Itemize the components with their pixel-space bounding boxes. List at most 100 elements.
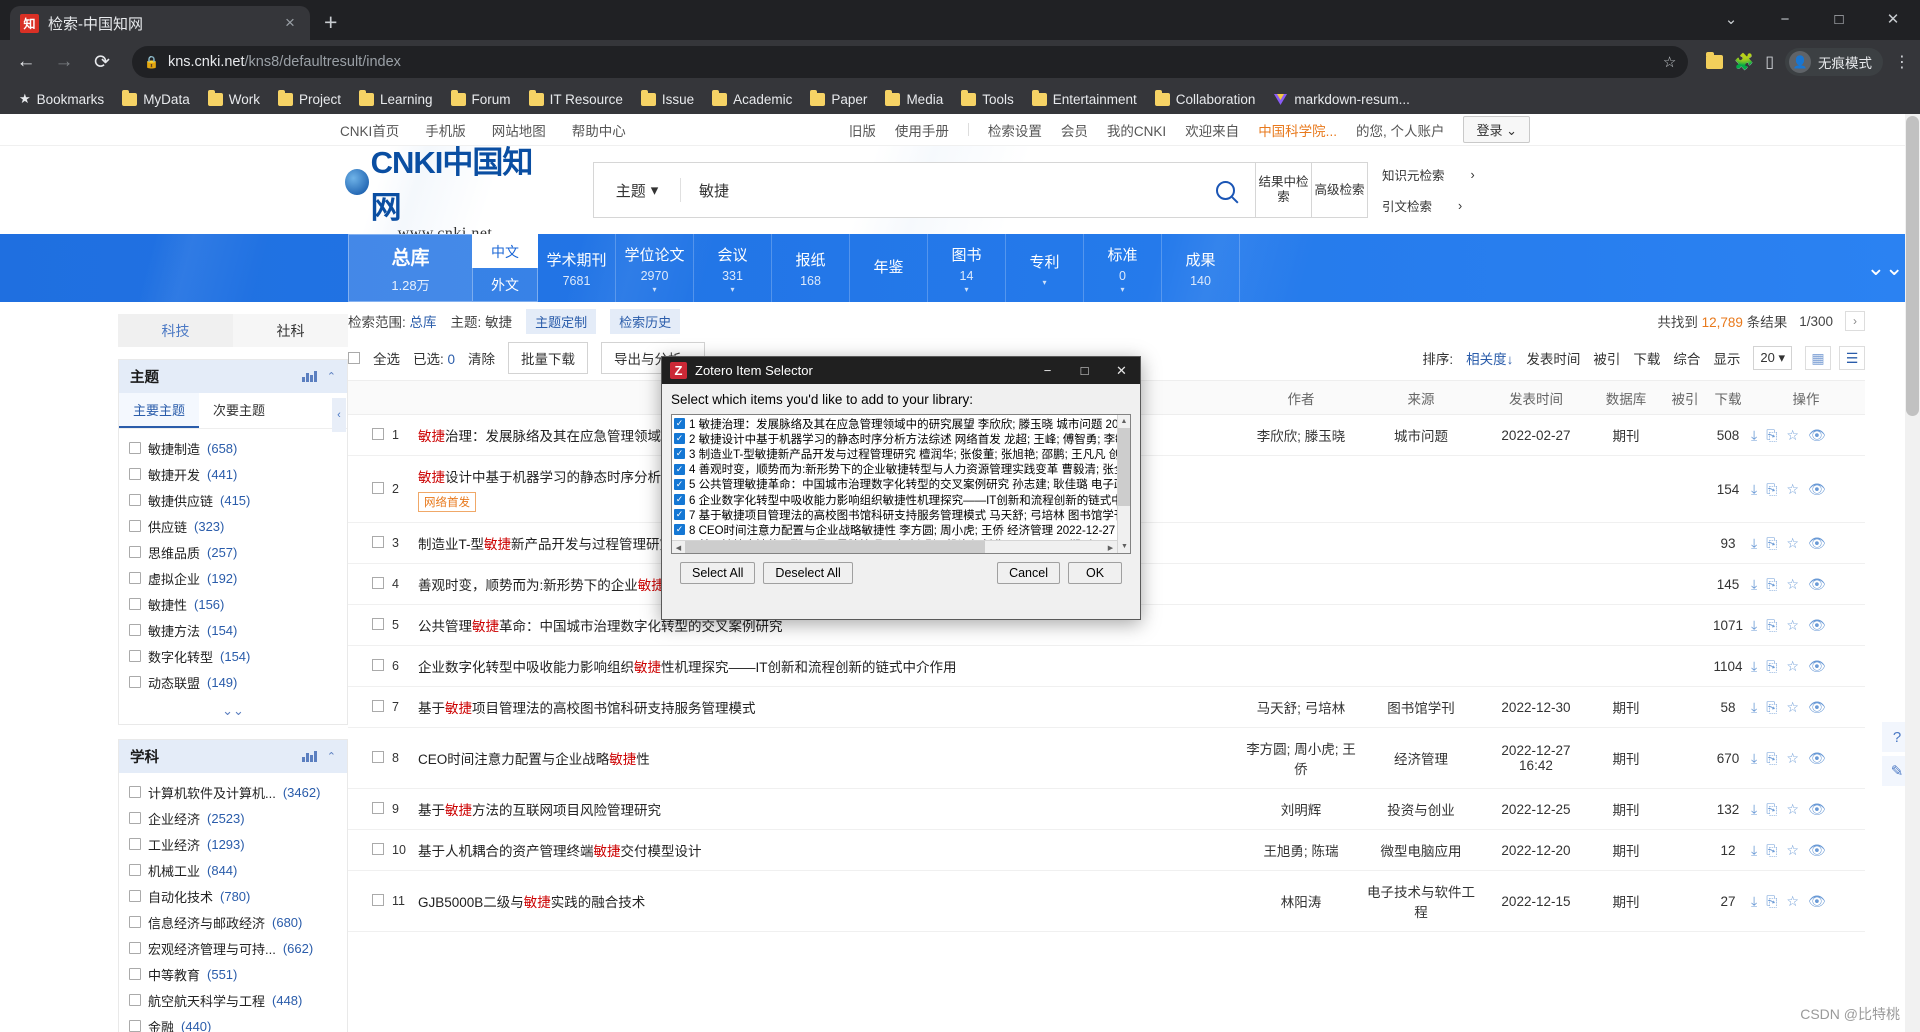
row-source[interactable] <box>1361 646 1481 687</box>
export-quote-icon[interactable]: ⎘ <box>1766 576 1777 593</box>
bookmark-it-resource[interactable]: IT Resource <box>520 87 632 111</box>
row-title-cell[interactable]: GJB5000B二级与敏捷实践的融合技术 <box>414 871 1241 932</box>
row-title-cell[interactable]: CEO时间注意力配置与企业战略敏捷性 <box>414 728 1241 789</box>
db-tab-8[interactable]: 成果140 <box>1162 234 1240 302</box>
row-source[interactable]: 电子技术与软件工程 <box>1361 871 1481 932</box>
facet-item[interactable]: 企业经济(2523) <box>129 805 347 831</box>
window-close-icon[interactable]: ✕ <box>1866 0 1920 40</box>
scrollbar-thumb[interactable] <box>1118 428 1131 506</box>
preview-icon[interactable]: 👁 <box>1808 893 1826 910</box>
bookmark-mydata[interactable]: MyData <box>113 87 199 111</box>
address-bar[interactable]: 🔒 kns.cnki.net/kns8/defaultresult/index … <box>132 46 1688 78</box>
bookmark-forum[interactable]: Forum <box>442 87 520 111</box>
new-tab-button[interactable]: + <box>324 9 337 36</box>
preview-icon[interactable]: 👁 <box>1808 427 1826 444</box>
sort-relevance[interactable]: 相关度↓ <box>1466 348 1513 368</box>
checkbox[interactable] <box>129 442 141 454</box>
db-tab-0[interactable]: 学术期刊7681 <box>538 234 616 302</box>
download-icon[interactable]: ⤓ <box>1751 699 1757 716</box>
bookmark-work[interactable]: Work <box>199 87 269 111</box>
bookmark-collaboration[interactable]: Collaboration <box>1146 87 1265 111</box>
db-tab-3[interactable]: 报纸168 <box>772 234 850 302</box>
forward-icon[interactable]: → <box>48 46 80 78</box>
row-title-link[interactable]: GJB5000B二级与敏捷实践的融合技术 <box>418 895 645 910</box>
login-button[interactable]: 登录 ⌄ <box>1463 116 1530 143</box>
row-source[interactable]: 城市问题 <box>1361 415 1481 456</box>
row-title-link[interactable]: 基于敏捷方法的互联网项目风险管理研究 <box>418 803 661 818</box>
facet-item[interactable]: 供应链(323) <box>129 513 347 539</box>
facet-item[interactable]: 计算机软件及计算机...(3462) <box>129 779 347 805</box>
facet-item[interactable]: 敏捷制造(658) <box>129 435 347 461</box>
checkbox[interactable] <box>129 650 141 662</box>
checkbox[interactable] <box>674 433 685 444</box>
preview-icon[interactable]: 👁 <box>1808 658 1826 675</box>
list-view-icon[interactable]: ☰ <box>1839 346 1865 370</box>
bookmarks-manager-icon[interactable] <box>1706 55 1723 69</box>
row-authors[interactable]: 刘明辉 <box>1241 789 1361 830</box>
facet-item[interactable]: 信息经济与邮政经济(680) <box>129 909 347 935</box>
scrollbar-thumb[interactable] <box>685 541 985 554</box>
row-checkbox-cell[interactable] <box>348 456 388 523</box>
bookmark-star-icon[interactable]: ☆ <box>1663 53 1676 71</box>
table-row[interactable]: 7基于敏捷项目管理法的高校图书馆科研支持服务管理模式马天舒; 弓培林图书馆学刊2… <box>348 687 1865 728</box>
checkbox[interactable] <box>129 916 141 928</box>
facet-item[interactable]: 中等教育(551) <box>129 961 347 987</box>
preview-icon[interactable]: 👁 <box>1808 617 1826 634</box>
deselect-all-button[interactable]: Deselect All <box>763 562 852 584</box>
favorite-star-icon[interactable]: ☆ <box>1786 842 1799 859</box>
row-authors[interactable] <box>1241 605 1361 646</box>
download-icon[interactable]: ⤓ <box>1751 617 1757 634</box>
sort-downloads[interactable]: 下载 <box>1633 348 1660 368</box>
favorite-star-icon[interactable]: ☆ <box>1786 801 1799 818</box>
bookmark-markdown-resum-[interactable]: markdown-resum... <box>1264 87 1419 111</box>
window-restore-icon[interactable]: − <box>1758 0 1812 40</box>
next-page-button[interactable]: › <box>1845 311 1865 331</box>
checkbox[interactable] <box>674 509 685 520</box>
display-count-select[interactable]: 20 ▾ <box>1753 346 1792 370</box>
favorite-star-icon[interactable]: ☆ <box>1786 427 1799 444</box>
checkbox[interactable] <box>372 894 384 906</box>
facet-item[interactable]: 虚拟企业(192) <box>129 565 347 591</box>
download-icon[interactable]: ⤓ <box>1751 427 1757 444</box>
row-authors[interactable] <box>1241 456 1361 523</box>
batch-download-button[interactable]: 批量下载 <box>508 342 588 374</box>
row-checkbox-cell[interactable] <box>348 789 388 830</box>
search-in-results-button[interactable]: 结果中检索 <box>1256 162 1312 218</box>
row-source[interactable] <box>1361 564 1481 605</box>
bookmark-tools[interactable]: Tools <box>952 87 1023 111</box>
chevron-up-icon[interactable]: ⌃ <box>327 750 336 763</box>
organization-name[interactable]: 中国科学院... <box>1258 120 1337 140</box>
db-tab-5[interactable]: 图书14▾ <box>928 234 1006 302</box>
row-checkbox-cell[interactable] <box>348 871 388 932</box>
row-source[interactable] <box>1361 605 1481 646</box>
facet-item[interactable]: 工业经济(1293) <box>129 831 347 857</box>
window-maximize-icon[interactable]: □ <box>1812 0 1866 40</box>
bookmark-bookmarks[interactable]: ★Bookmarks <box>10 87 113 111</box>
download-icon[interactable]: ⤓ <box>1751 801 1757 818</box>
preview-icon[interactable]: 👁 <box>1808 750 1826 767</box>
checkbox[interactable] <box>674 464 685 475</box>
favorite-star-icon[interactable]: ☆ <box>1786 576 1799 593</box>
sort-comprehensive[interactable]: 综合 <box>1673 348 1700 368</box>
scroll-right-icon[interactable]: ▶ <box>1104 541 1117 554</box>
chevron-double-down-icon[interactable]: ⌄⌄ <box>1850 234 1920 302</box>
row-source[interactable] <box>1361 456 1481 523</box>
search-input[interactable]: 敏捷 <box>681 180 1195 201</box>
site-nav-link-1[interactable]: 手机版 <box>425 120 466 140</box>
download-icon[interactable]: ⤓ <box>1751 893 1757 910</box>
row-title-link[interactable]: 企业数字化转型中吸收能力影响组织敏捷性机理探究——IT创新和流程创新的链式中介作… <box>418 660 957 675</box>
back-icon[interactable]: ← <box>10 46 42 78</box>
db-tab-6[interactable]: 专利▾ <box>1006 234 1084 302</box>
preview-icon[interactable]: 👁 <box>1808 842 1826 859</box>
favorite-star-icon[interactable]: ☆ <box>1786 617 1799 634</box>
bookmark-paper[interactable]: Paper <box>801 87 876 111</box>
db-lang-chinese[interactable]: 中文 <box>472 234 538 268</box>
nav-membership[interactable]: 会员 <box>1061 120 1088 140</box>
export-quote-icon[interactable]: ⎘ <box>1766 801 1777 818</box>
checkbox[interactable] <box>129 676 141 688</box>
site-nav-link-2[interactable]: 网站地图 <box>492 120 546 140</box>
checkbox[interactable] <box>129 598 141 610</box>
row-title-cell[interactable]: 基于人机耦合的资产管理终端敏捷交付模型设计 <box>414 830 1241 871</box>
table-row[interactable]: 10基于人机耦合的资产管理终端敏捷交付模型设计王旭勇; 陈瑞微型电脑应用2022… <box>348 830 1865 871</box>
knowledge-search-link[interactable]: 知识元检索› <box>1382 165 1475 184</box>
